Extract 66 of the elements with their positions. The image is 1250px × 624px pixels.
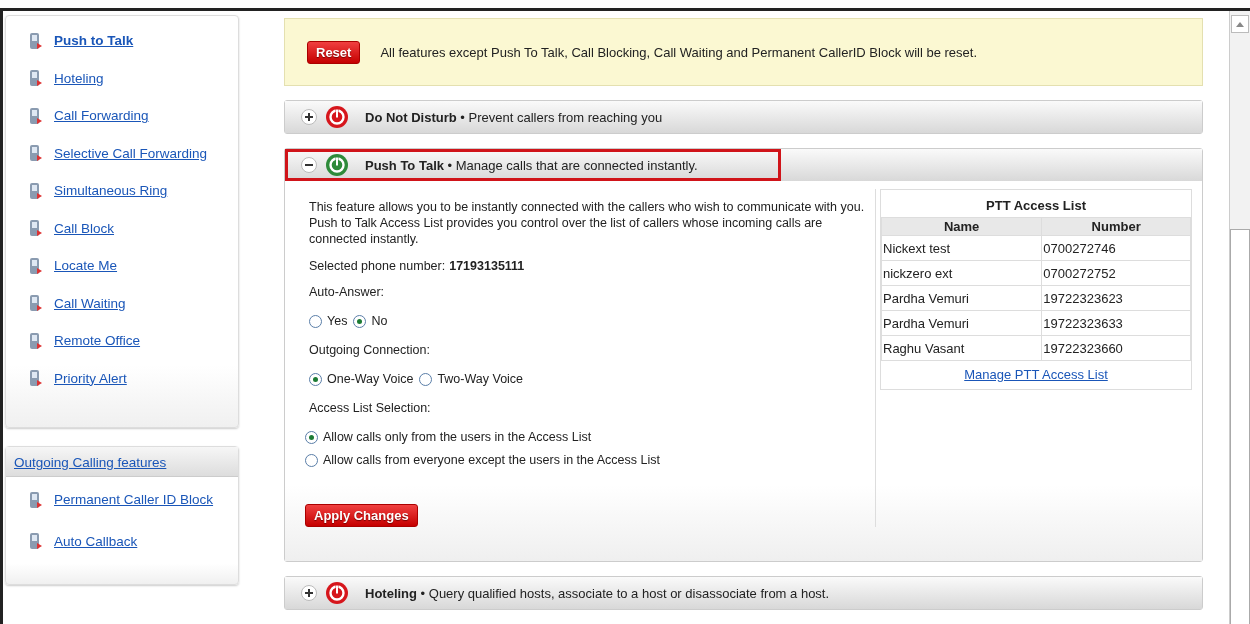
table-cell: Pardha Vemuri [881, 285, 1042, 311]
sidebar-link[interactable]: Call Waiting [54, 295, 126, 311]
table-cell: Raghu Vasant [881, 335, 1042, 361]
sidebar-link[interactable]: Hoteling [54, 70, 104, 86]
feature-title: Do Not Disturb • Prevent callers from reaching you [365, 109, 663, 125]
collapse-button[interactable] [301, 157, 317, 173]
radio-option[interactable]: Two-Way Voice [419, 372, 524, 386]
minus-icon [305, 161, 313, 169]
field-label: Outgoing Connection: [309, 343, 431, 357]
radio-label: Allow calls from everyone except the users in the Access List [323, 453, 660, 467]
radio-button[interactable] [309, 372, 322, 386]
radio-label: One-Way Voice [327, 372, 414, 386]
radio-button[interactable] [305, 430, 318, 444]
caret-icon [1236, 21, 1244, 27]
sidebar-link[interactable]: Permanent Caller ID Block [54, 492, 214, 508]
phone-number-text: Selected phone number: 17193135111 [309, 259, 526, 273]
sidebar-link[interactable]: Simultaneous Ring [54, 183, 168, 199]
scroll-thumb[interactable] [1230, 229, 1250, 624]
sidebar-link[interactable]: Auto Callback [54, 533, 138, 549]
feature-title: Hoteling • Query qualified hosts, associate to a host or disassociate from a host. [365, 585, 830, 601]
radio-button[interactable] [309, 314, 322, 328]
sidebar-link[interactable]: Remote Office [54, 333, 141, 349]
notice-text: All features except Push To Talk, Call Blocking, Call Waiting and Permanent CallerID Block will be reset. [380, 44, 977, 60]
radio-option[interactable]: Allow calls only from the users in the Access List [305, 430, 875, 444]
radio-option[interactable]: No [353, 314, 388, 328]
table-cell: Nickext test [881, 235, 1042, 261]
scroll-bar[interactable] [1229, 11, 1250, 624]
radio-button[interactable] [419, 372, 433, 386]
sidebar-link[interactable]: Call Forwarding [54, 108, 149, 124]
expand-button[interactable] [301, 109, 317, 125]
table-cell: 0700272746 [1041, 235, 1191, 261]
sidebar-link[interactable]: Priority Alert [54, 370, 127, 386]
column-header: Name [881, 217, 1042, 236]
table-cell: Pardha Vemuri [881, 310, 1042, 336]
radio-option[interactable]: Yes [309, 314, 348, 328]
feature-title: Push To Talk • Manage calls that are connected instantly. [365, 157, 698, 173]
description-text: This feature allows you to be instantly connected with the callers who wish to communicate with you. Push to Talk Access List provides you control over the list of callers whose incoming calls are connected instantly. [309, 199, 866, 247]
radio-label: Allow calls only from the users in the Access List [323, 430, 592, 444]
radio-option[interactable]: One-Way Voice [309, 372, 414, 386]
sidebar-link[interactable]: Selective Call Forwarding [54, 145, 208, 161]
radio-option[interactable]: Allow calls from everyone except the users in the Access List [305, 453, 875, 467]
sidebar-link[interactable]: Call Block [54, 220, 115, 236]
feature-header[interactable]: Push To Talk • Manage calls that are connected instantly. [285, 149, 781, 181]
radio-button[interactable] [305, 453, 318, 467]
plus-icon [305, 589, 313, 597]
radio-label: Yes [327, 314, 348, 328]
radio-label: Two-Way Voice [437, 372, 524, 386]
table-title: PTT Access List [985, 197, 1087, 215]
table-cell: 0700272752 [1041, 260, 1191, 286]
scroll-up-button[interactable] [1231, 15, 1249, 33]
table-cell: 19722323633 [1041, 310, 1191, 336]
field-label: Access List Selection: [309, 401, 432, 415]
manage-list-link[interactable]: Manage PTT Access List [964, 367, 1108, 382]
table-cell: 19722323660 [1041, 335, 1191, 361]
field-label: Auto-Answer: [309, 285, 386, 299]
plus-icon [305, 113, 313, 121]
reset-button[interactable]: Reset [307, 40, 361, 64]
radio-label: No [371, 314, 388, 328]
apply-changes-button[interactable]: Apply Changes [305, 504, 418, 527]
sidebar-link[interactable]: Locate Me [54, 258, 118, 274]
column-header: Number [1041, 217, 1191, 236]
table-cell: nickzero ext [881, 260, 1042, 286]
sidebar-link[interactable]: Push to Talk [54, 33, 134, 49]
table-cell: 19722323623 [1041, 285, 1191, 311]
expand-button[interactable] [301, 585, 317, 601]
radio-button[interactable] [353, 314, 367, 328]
